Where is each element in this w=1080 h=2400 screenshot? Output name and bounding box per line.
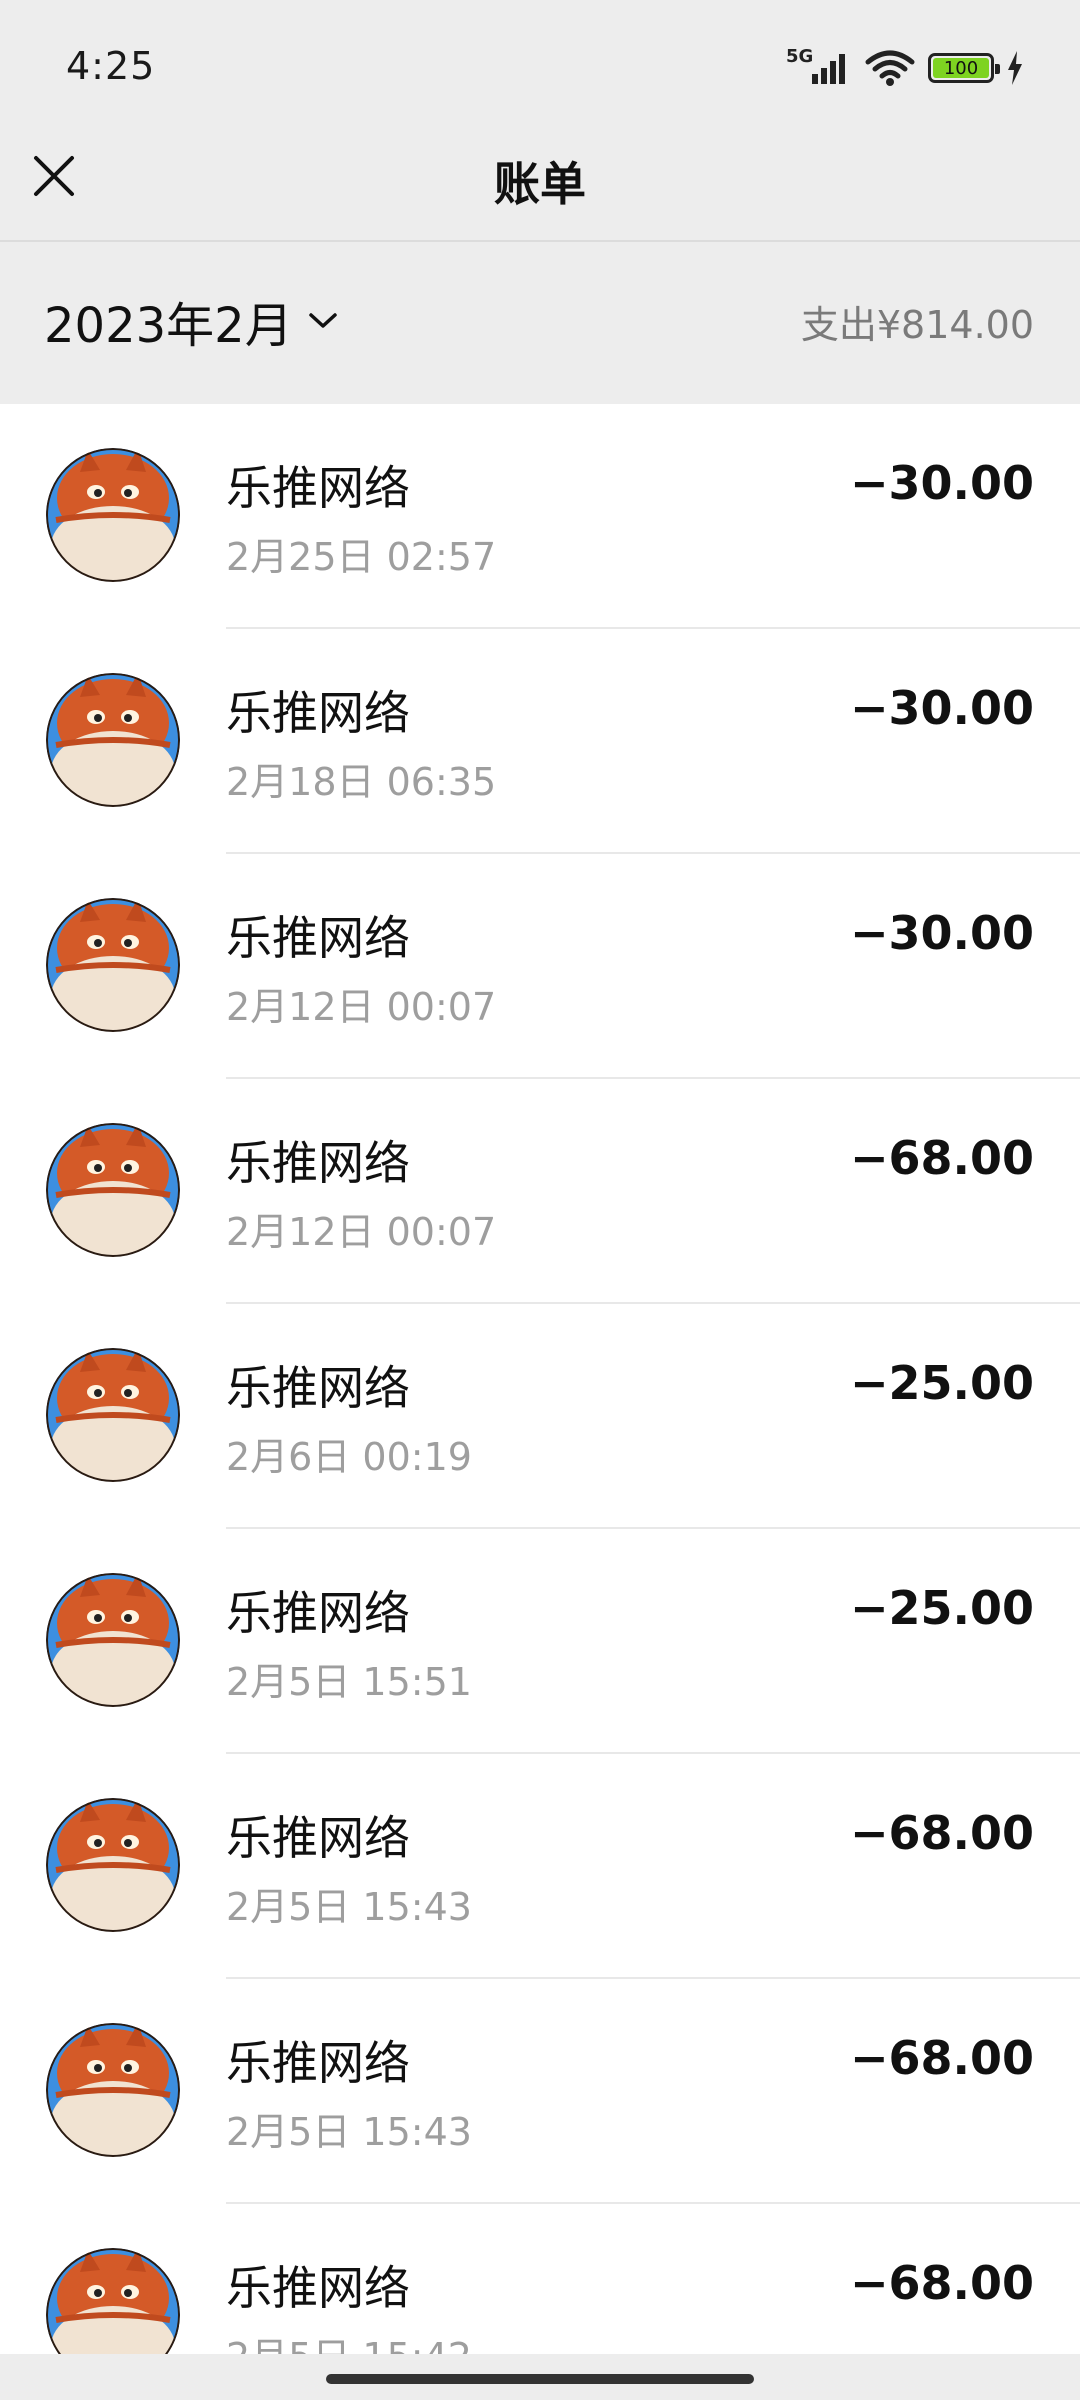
charging-icon (1008, 51, 1022, 85)
merchant-avatar (46, 898, 180, 1032)
transaction-time: 2月18日 06:35 (226, 760, 497, 804)
chevron-down-icon (308, 313, 337, 328)
transaction-amount: −68.00 (849, 1806, 1034, 1860)
transaction-amount: −30.00 (849, 456, 1034, 510)
status-time: 4:25 (66, 44, 156, 88)
transaction-amount: −25.00 (849, 1581, 1034, 1635)
transaction-row[interactable]: 乐推网络 2月12日 00:07 −30.00 (0, 854, 1080, 1079)
transaction-time: 2月6日 00:19 (226, 1435, 472, 1479)
merchant-name: 乐推网络 (226, 2036, 410, 2090)
gesture-bar (0, 2354, 1080, 2400)
transaction-row[interactable]: 乐推网络 2月5日 15:51 −25.00 (0, 1529, 1080, 1754)
transaction-amount: −30.00 (849, 681, 1034, 735)
merchant-name: 乐推网络 (226, 1586, 410, 1640)
merchant-name: 乐推网络 (226, 911, 410, 965)
merchant-avatar (46, 2023, 180, 2157)
transaction-time: 2月5日 15:51 (226, 1660, 472, 1704)
transaction-amount: −30.00 (849, 906, 1034, 960)
transaction-row[interactable]: 乐推网络 2月6日 00:19 −25.00 (0, 1304, 1080, 1529)
merchant-avatar (46, 673, 180, 807)
battery-level: 100 (933, 58, 989, 79)
merchant-name: 乐推网络 (226, 686, 410, 740)
expense-total: 支出¥814.00 (800, 303, 1034, 347)
transaction-time: 2月5日 15:43 (226, 2110, 472, 2154)
transaction-amount: −68.00 (849, 2256, 1034, 2310)
wifi-icon (865, 50, 915, 86)
status-icons: 5G 100 (786, 46, 1024, 88)
transaction-time: 2月12日 00:07 (226, 1210, 497, 1254)
transaction-row[interactable]: 乐推网络 2月12日 00:07 −68.00 (0, 1079, 1080, 1304)
transaction-row[interactable]: 乐推网络 2月18日 06:35 −30.00 (0, 629, 1080, 854)
transaction-amount: −68.00 (849, 2031, 1034, 2085)
merchant-avatar (46, 2248, 180, 2354)
home-indicator[interactable] (326, 2374, 754, 2384)
page-title: 账单 (494, 157, 586, 211)
merchant-avatar (46, 1348, 180, 1482)
transaction-time: 2月5日 15:42 (226, 2326, 472, 2354)
merchant-name: 乐推网络 (226, 2261, 410, 2315)
merchant-name: 乐推网络 (226, 1136, 410, 1190)
transaction-list: 乐推网络 2月25日 02:57 −30.00 乐推网络 2月18日 06:35… (0, 404, 1080, 2354)
month-header: 2023年2月 支出¥814.00 (0, 242, 1080, 402)
merchant-name: 乐推网络 (226, 1361, 410, 1415)
transaction-time: 2月12日 00:07 (226, 985, 497, 1029)
month-selector[interactable]: 2023年2月 (44, 286, 339, 356)
merchant-avatar (46, 1573, 180, 1707)
transaction-time: 2月5日 15:43 (226, 1885, 472, 1929)
merchant-name: 乐推网络 (226, 1811, 410, 1865)
merchant-avatar (46, 1123, 180, 1257)
transaction-row[interactable]: 乐推网络 2月5日 15:43 −68.00 (0, 1979, 1080, 2204)
transaction-time: 2月25日 02:57 (226, 535, 497, 579)
merchant-avatar (46, 1798, 180, 1932)
transaction-amount: −68.00 (849, 1131, 1034, 1185)
network-type: 5G (786, 46, 814, 67)
transaction-row[interactable]: 乐推网络 2月25日 02:57 −30.00 (0, 404, 1080, 629)
status-bar: 4:25 5G 100 (0, 0, 1080, 140)
nav-bar: 账单 (0, 120, 1080, 242)
transaction-amount: −25.00 (849, 1356, 1034, 1410)
battery-icon: 100 (928, 53, 1000, 83)
merchant-avatar (46, 448, 180, 582)
merchant-name: 乐推网络 (226, 461, 410, 515)
month-label: 2023年2月 (44, 298, 293, 354)
signal-icon: 5G (786, 46, 852, 88)
transaction-row[interactable]: 乐推网络 2月5日 15:42 −68.00 (0, 2204, 1080, 2354)
transaction-row[interactable]: 乐推网络 2月5日 15:43 −68.00 (0, 1754, 1080, 1979)
